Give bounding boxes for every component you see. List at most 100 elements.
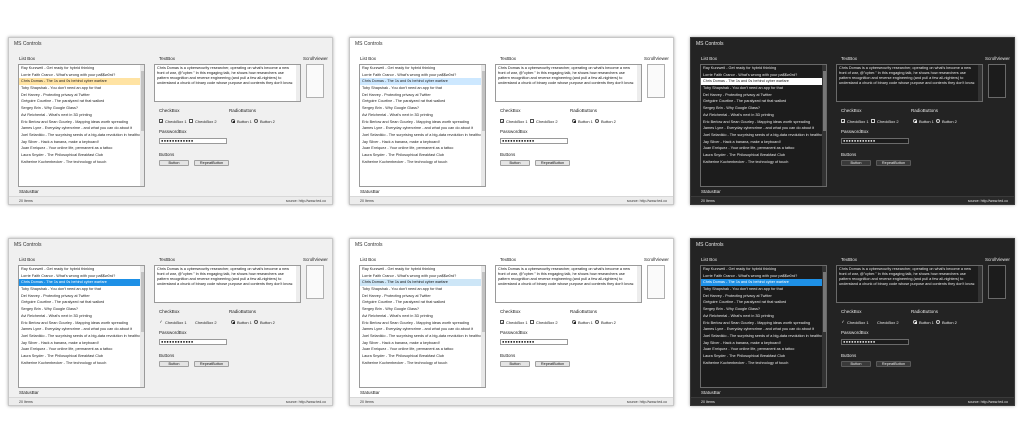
list-item[interactable]: Chris Domas - The 1s and 0s behind cyber… (19, 78, 144, 86)
list-item[interactable]: Del Harvey - Protecting privacy at Twitt… (360, 92, 485, 99)
radio-button-2[interactable] (254, 119, 258, 123)
list-item[interactable]: Grégoire Courtine - The paralyzed rat th… (360, 98, 485, 105)
list-item[interactable]: Sergey Brin - Why Google Glass? (701, 306, 826, 313)
button[interactable]: Button (159, 160, 189, 166)
list-item[interactable]: Joel Selanikio - The surprising seeds of… (19, 132, 144, 139)
text-box[interactable]: Chris Domas is a cybersecurity researche… (836, 64, 983, 102)
list-item[interactable]: Toby Shapshak - You don't need an app fo… (701, 286, 826, 293)
scrollbar-thumb[interactable] (822, 272, 826, 332)
list-item[interactable]: Avi Reichental - What's next in 3D print… (701, 112, 826, 119)
list-item[interactable]: Joel Selanikio - The surprising seeds of… (701, 333, 826, 340)
checkbox-1-box[interactable]: ✓ (841, 119, 845, 124)
list-item[interactable]: Laura Snyder - The Philosophical Breakfa… (360, 152, 485, 159)
list-item[interactable]: Lorrie Faith Cranor - What's wrong with … (701, 72, 826, 79)
checkbox-1-box[interactable]: ✓ (841, 320, 845, 324)
scrollbar-thumb[interactable] (481, 71, 485, 131)
list-item[interactable]: Eric Berlow and Sean Gourley - Mapping i… (19, 320, 144, 327)
button[interactable]: Button (500, 361, 530, 367)
list-item[interactable]: Eric Berlow and Sean Gourley - Mapping i… (19, 119, 144, 126)
list-item[interactable]: Katherine Kuchenbecker - The technology … (360, 159, 485, 166)
textbox-scrollbar[interactable] (637, 266, 641, 302)
list-item[interactable]: Ray Kurzweil - Get ready for hybrid thin… (701, 266, 826, 273)
list-item[interactable]: Joel Selanikio - The surprising seeds of… (360, 132, 485, 139)
repeat-button[interactable]: RepeatButton (194, 361, 229, 367)
checkbox-2-box[interactable] (189, 320, 193, 324)
list-item[interactable]: James Lyne - Everyday cybercrime - and w… (19, 125, 144, 132)
list-item[interactable]: Sergey Brin - Why Google Glass? (19, 105, 144, 112)
list-item[interactable]: Jay Silver - Hack a banana, make a keybo… (19, 340, 144, 347)
list-item[interactable]: Eric Berlow and Sean Gourley - Mapping i… (701, 320, 826, 327)
list-item[interactable]: Ray Kurzweil - Get ready for hybrid thin… (360, 266, 485, 273)
list-item[interactable]: Joel Selanikio - The surprising seeds of… (360, 333, 485, 340)
text-box[interactable]: Chris Domas is a cybersecurity researche… (836, 265, 983, 303)
scroll-viewer[interactable] (306, 265, 324, 299)
list-item[interactable]: Chris Domas - The 1s and 0s behind cyber… (360, 78, 485, 86)
list-item[interactable]: Del Harvey - Protecting privacy at Twitt… (19, 293, 144, 300)
list-item[interactable]: Eric Berlow and Sean Gourley - Mapping i… (701, 119, 826, 126)
list-item[interactable]: Juan Enriquez - Your online life, perman… (19, 145, 144, 152)
repeat-button[interactable]: RepeatButton (194, 160, 229, 166)
button[interactable]: Button (159, 361, 189, 367)
list-box[interactable]: Ray Kurzweil - Get ready for hybrid thin… (18, 64, 145, 187)
list-item[interactable]: James Lyne - Everyday cybercrime - and w… (701, 326, 826, 333)
list-item[interactable]: Eric Berlow and Sean Gourley - Mapping i… (360, 119, 485, 126)
password-field[interactable]: ●●●●●●●●●●●● (841, 339, 909, 345)
password-field[interactable]: ●●●●●●●●●●●● (159, 138, 227, 144)
radio-button-2[interactable] (595, 119, 599, 123)
list-item[interactable]: Avi Reichental - What's next in 3D print… (701, 313, 826, 320)
list-item[interactable]: Avi Reichental - What's next in 3D print… (360, 313, 485, 320)
list-item[interactable]: Katherine Kuchenbecker - The technology … (701, 360, 826, 367)
list-item[interactable]: Toby Shapshak - You don't need an app fo… (19, 286, 144, 293)
list-item[interactable]: Avi Reichental - What's next in 3D print… (19, 112, 144, 119)
list-item[interactable]: Jay Silver - Hack a banana, make a keybo… (19, 139, 144, 146)
list-item[interactable]: Katherine Kuchenbecker - The technology … (19, 360, 144, 367)
button[interactable]: Button (500, 160, 530, 166)
list-item[interactable]: Katherine Kuchenbecker - The technology … (701, 159, 826, 166)
list-item[interactable]: Chris Domas - The 1s and 0s behind cyber… (19, 279, 144, 287)
list-box[interactable]: Ray Kurzweil - Get ready for hybrid thin… (359, 64, 486, 187)
list-item[interactable]: Toby Shapshak - You don't need an app fo… (19, 85, 144, 92)
list-item[interactable]: Juan Enriquez - Your online life, perman… (701, 346, 826, 353)
textbox-scrollbar[interactable] (296, 65, 300, 101)
button[interactable]: Button (841, 160, 871, 166)
list-item[interactable]: Avi Reichental - What's next in 3D print… (360, 112, 485, 119)
list-box[interactable]: Ray Kurzweil - Get ready for hybrid thin… (18, 265, 145, 388)
list-item[interactable]: Juan Enriquez - Your online life, perman… (360, 346, 485, 353)
textbox-scrollbar[interactable] (637, 65, 641, 101)
list-item[interactable]: Juan Enriquez - Your online life, perman… (19, 346, 144, 353)
list-item[interactable]: Katherine Kuchenbecker - The technology … (19, 159, 144, 166)
listbox-scrollbar[interactable] (481, 65, 485, 186)
list-item[interactable]: Eric Berlow and Sean Gourley - Mapping i… (360, 320, 485, 327)
list-item[interactable]: Avi Reichental - What's next in 3D print… (19, 313, 144, 320)
textbox-scrollbar[interactable] (296, 266, 300, 302)
scroll-viewer[interactable] (988, 265, 1006, 299)
checkbox-1-box[interactable]: ✓ (500, 119, 504, 124)
list-item[interactable]: Jay Silver - Hack a banana, make a keybo… (360, 340, 485, 347)
checkbox-2-box[interactable] (871, 320, 875, 324)
list-item[interactable]: Joel Selanikio - The surprising seeds of… (701, 132, 826, 139)
repeat-button[interactable]: RepeatButton (876, 361, 911, 367)
list-box[interactable]: Ray Kurzweil - Get ready for hybrid thin… (700, 64, 827, 187)
list-item[interactable]: Sergey Brin - Why Google Glass? (360, 306, 485, 313)
radio-button-1[interactable] (231, 320, 235, 324)
listbox-scrollbar[interactable] (140, 266, 144, 387)
list-item[interactable]: Laura Snyder - The Philosophical Breakfa… (701, 152, 826, 159)
list-item[interactable]: Grégoire Courtine - The paralyzed rat th… (19, 98, 144, 105)
list-item[interactable]: Jay Silver - Hack a banana, make a keybo… (360, 139, 485, 146)
checkbox-1-box[interactable]: ✓ (159, 320, 163, 324)
list-item[interactable]: Del Harvey - Protecting privacy at Twitt… (701, 293, 826, 300)
list-item[interactable]: Toby Shapshak - You don't need an app fo… (360, 286, 485, 293)
text-box[interactable]: Chris Domas is a cybersecurity researche… (154, 64, 301, 102)
textbox-scrollbar[interactable] (978, 65, 982, 101)
list-item[interactable]: Juan Enriquez - Your online life, perman… (701, 145, 826, 152)
repeat-button[interactable]: RepeatButton (535, 160, 570, 166)
list-item[interactable]: James Lyne - Everyday cybercrime - and w… (19, 326, 144, 333)
list-item[interactable]: Jay Silver - Hack a banana, make a keybo… (701, 139, 826, 146)
list-box[interactable]: Ray Kurzweil - Get ready for hybrid thin… (359, 265, 486, 388)
list-item[interactable]: James Lyne - Everyday cybercrime - and w… (360, 326, 485, 333)
text-box[interactable]: Chris Domas is a cybersecurity researche… (495, 265, 642, 303)
list-item[interactable]: Lorrie Faith Cranor - What's wrong with … (360, 273, 485, 280)
list-item[interactable]: Del Harvey - Protecting privacy at Twitt… (19, 92, 144, 99)
button[interactable]: Button (841, 361, 871, 367)
scroll-viewer[interactable] (988, 64, 1006, 98)
